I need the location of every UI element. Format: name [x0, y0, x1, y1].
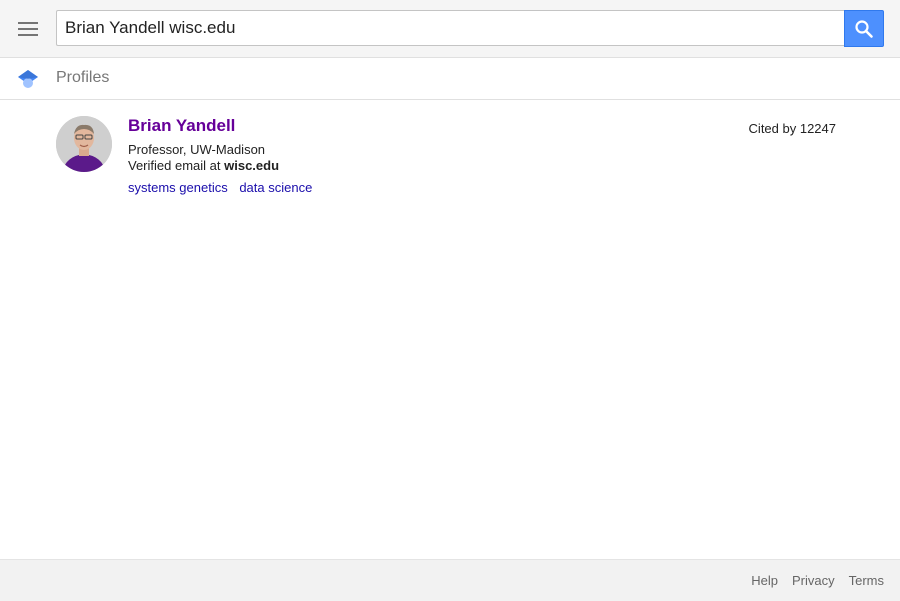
footer-privacy-link[interactable]: Privacy [792, 573, 835, 588]
avatar[interactable] [56, 116, 112, 172]
section-title: Profiles [56, 69, 110, 86]
profile-name-link[interactable]: Brian Yandell [128, 116, 235, 136]
cited-by-count: Cited by 12247 [748, 121, 836, 136]
scholar-cap-icon[interactable] [17, 68, 39, 90]
profile-verified-email: Verified email at wisc.edu [128, 158, 279, 173]
verified-email-domain: wisc.edu [224, 158, 280, 173]
search-button[interactable] [844, 10, 884, 47]
footer-terms-link[interactable]: Terms [849, 573, 884, 588]
footer-help-link[interactable]: Help [751, 573, 778, 588]
interest-link-data-science[interactable]: data science [239, 180, 312, 195]
verified-email-label: Verified email at [128, 158, 225, 173]
search-input[interactable] [57, 11, 844, 45]
top-bar [0, 0, 900, 58]
search-icon [855, 19, 873, 38]
menu-icon[interactable] [12, 13, 44, 45]
profile-interests: systems genetics data science [128, 180, 320, 195]
footer: Help Privacy Terms [0, 559, 900, 601]
profile-affiliation: Professor, UW-Madison [128, 142, 266, 157]
search-box [56, 10, 844, 46]
section-header: Profiles [0, 58, 900, 100]
interest-link-systems-genetics[interactable]: systems genetics [128, 180, 228, 195]
